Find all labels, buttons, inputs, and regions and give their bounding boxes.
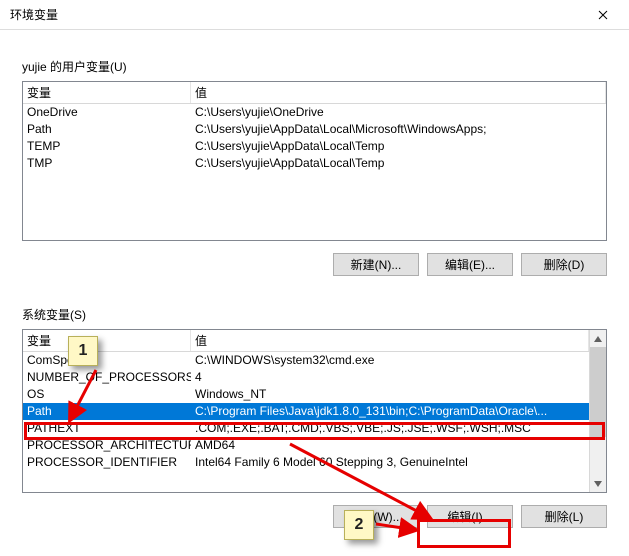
table-row[interactable]: TMPC:\Users\yujie\AppData\Local\Temp xyxy=(23,155,606,172)
var-name: PROCESSOR_ARCHITECTURE xyxy=(23,437,191,454)
var-name: TEMP xyxy=(23,138,191,155)
col-header-name[interactable]: 变量 xyxy=(23,330,191,351)
system-vars-buttons: 新建(W)... 编辑(I)... 删除(L) xyxy=(22,505,607,528)
var-name: Path xyxy=(23,121,191,138)
table-row[interactable]: PathC:\Program Files\Java\jdk1.8.0_131\b… xyxy=(23,403,589,420)
table-row[interactable]: ComSpecC:\WINDOWS\system32\cmd.exe xyxy=(23,352,589,369)
var-value: C:\Users\yujie\AppData\Local\Temp xyxy=(191,155,606,172)
var-value: 4 xyxy=(191,369,589,386)
chevron-down-icon xyxy=(594,481,602,487)
user-vars-list[interactable]: 变量 值 OneDriveC:\Users\yujie\OneDrivePath… xyxy=(22,81,607,241)
table-row[interactable]: TEMPC:\Users\yujie\AppData\Local\Temp xyxy=(23,138,606,155)
scroll-up-button[interactable] xyxy=(590,330,606,347)
table-row[interactable]: OSWindows_NT xyxy=(23,386,589,403)
scroll-spacer xyxy=(590,437,606,475)
table-row[interactable]: PROCESSOR_ARCHITECTUREAMD64 xyxy=(23,437,589,454)
var-name: NUMBER_OF_PROCESSORS xyxy=(23,369,191,386)
col-header-value[interactable]: 值 xyxy=(191,330,589,351)
var-name: Path xyxy=(23,403,191,420)
var-value: C:\Users\yujie\OneDrive xyxy=(191,104,606,121)
system-list-scrollbar[interactable] xyxy=(589,330,606,492)
user-edit-button[interactable]: 编辑(E)... xyxy=(427,253,513,276)
table-row[interactable]: PATHEXT.COM;.EXE;.BAT;.CMD;.VBS;.VBE;.JS… xyxy=(23,420,589,437)
system-delete-button[interactable]: 删除(L) xyxy=(521,505,607,528)
close-button[interactable] xyxy=(583,1,623,29)
var-value: .COM;.EXE;.BAT;.CMD;.VBS;.VBE;.JS;.JSE;.… xyxy=(191,420,589,437)
scroll-down-button[interactable] xyxy=(590,475,606,492)
system-vars-list[interactable]: 变量 值 ComSpecC:\WINDOWS\system32\cmd.exeN… xyxy=(22,329,607,493)
system-vars-header: 变量 值 xyxy=(23,330,589,352)
user-vars-label: yujie 的用户变量(U) xyxy=(22,58,629,75)
var-value: AMD64 xyxy=(191,437,589,454)
var-name: TMP xyxy=(23,155,191,172)
user-delete-button[interactable]: 删除(D) xyxy=(521,253,607,276)
dialog-title: 环境变量 xyxy=(10,6,583,23)
user-vars-buttons: 新建(N)... 编辑(E)... 删除(D) xyxy=(22,253,607,276)
var-name: OneDrive xyxy=(23,104,191,121)
table-row[interactable]: OneDriveC:\Users\yujie\OneDrive xyxy=(23,104,606,121)
var-value: C:\Users\yujie\AppData\Local\Temp xyxy=(191,138,606,155)
close-icon xyxy=(598,10,608,20)
user-new-button[interactable]: 新建(N)... xyxy=(333,253,419,276)
table-row[interactable]: PathC:\Users\yujie\AppData\Local\Microso… xyxy=(23,121,606,138)
col-header-value[interactable]: 值 xyxy=(191,82,606,103)
var-name: OS xyxy=(23,386,191,403)
var-value: C:\WINDOWS\system32\cmd.exe xyxy=(191,352,589,369)
var-value: Intel64 Family 6 Model 60 Stepping 3, Ge… xyxy=(191,454,589,471)
system-vars-label: 系统变量(S) xyxy=(22,306,629,323)
table-row[interactable]: NUMBER_OF_PROCESSORS4 xyxy=(23,369,589,386)
user-vars-header: 变量 值 xyxy=(23,82,606,104)
scroll-thumb[interactable] xyxy=(590,347,606,437)
titlebar: 环境变量 xyxy=(0,0,629,30)
system-new-button[interactable]: 新建(W)... xyxy=(333,505,419,528)
var-value: Windows_NT xyxy=(191,386,589,403)
chevron-up-icon xyxy=(594,336,602,342)
var-name: PROCESSOR_IDENTIFIER xyxy=(23,454,191,471)
var-name: PATHEXT xyxy=(23,420,191,437)
var-name: ComSpec xyxy=(23,352,191,369)
table-row[interactable]: PROCESSOR_IDENTIFIERIntel64 Family 6 Mod… xyxy=(23,454,589,471)
col-header-name[interactable]: 变量 xyxy=(23,82,191,103)
system-edit-button[interactable]: 编辑(I)... xyxy=(427,505,513,528)
var-value: C:\Program Files\Java\jdk1.8.0_131\bin;C… xyxy=(191,403,589,420)
var-value: C:\Users\yujie\AppData\Local\Microsoft\W… xyxy=(191,121,606,138)
